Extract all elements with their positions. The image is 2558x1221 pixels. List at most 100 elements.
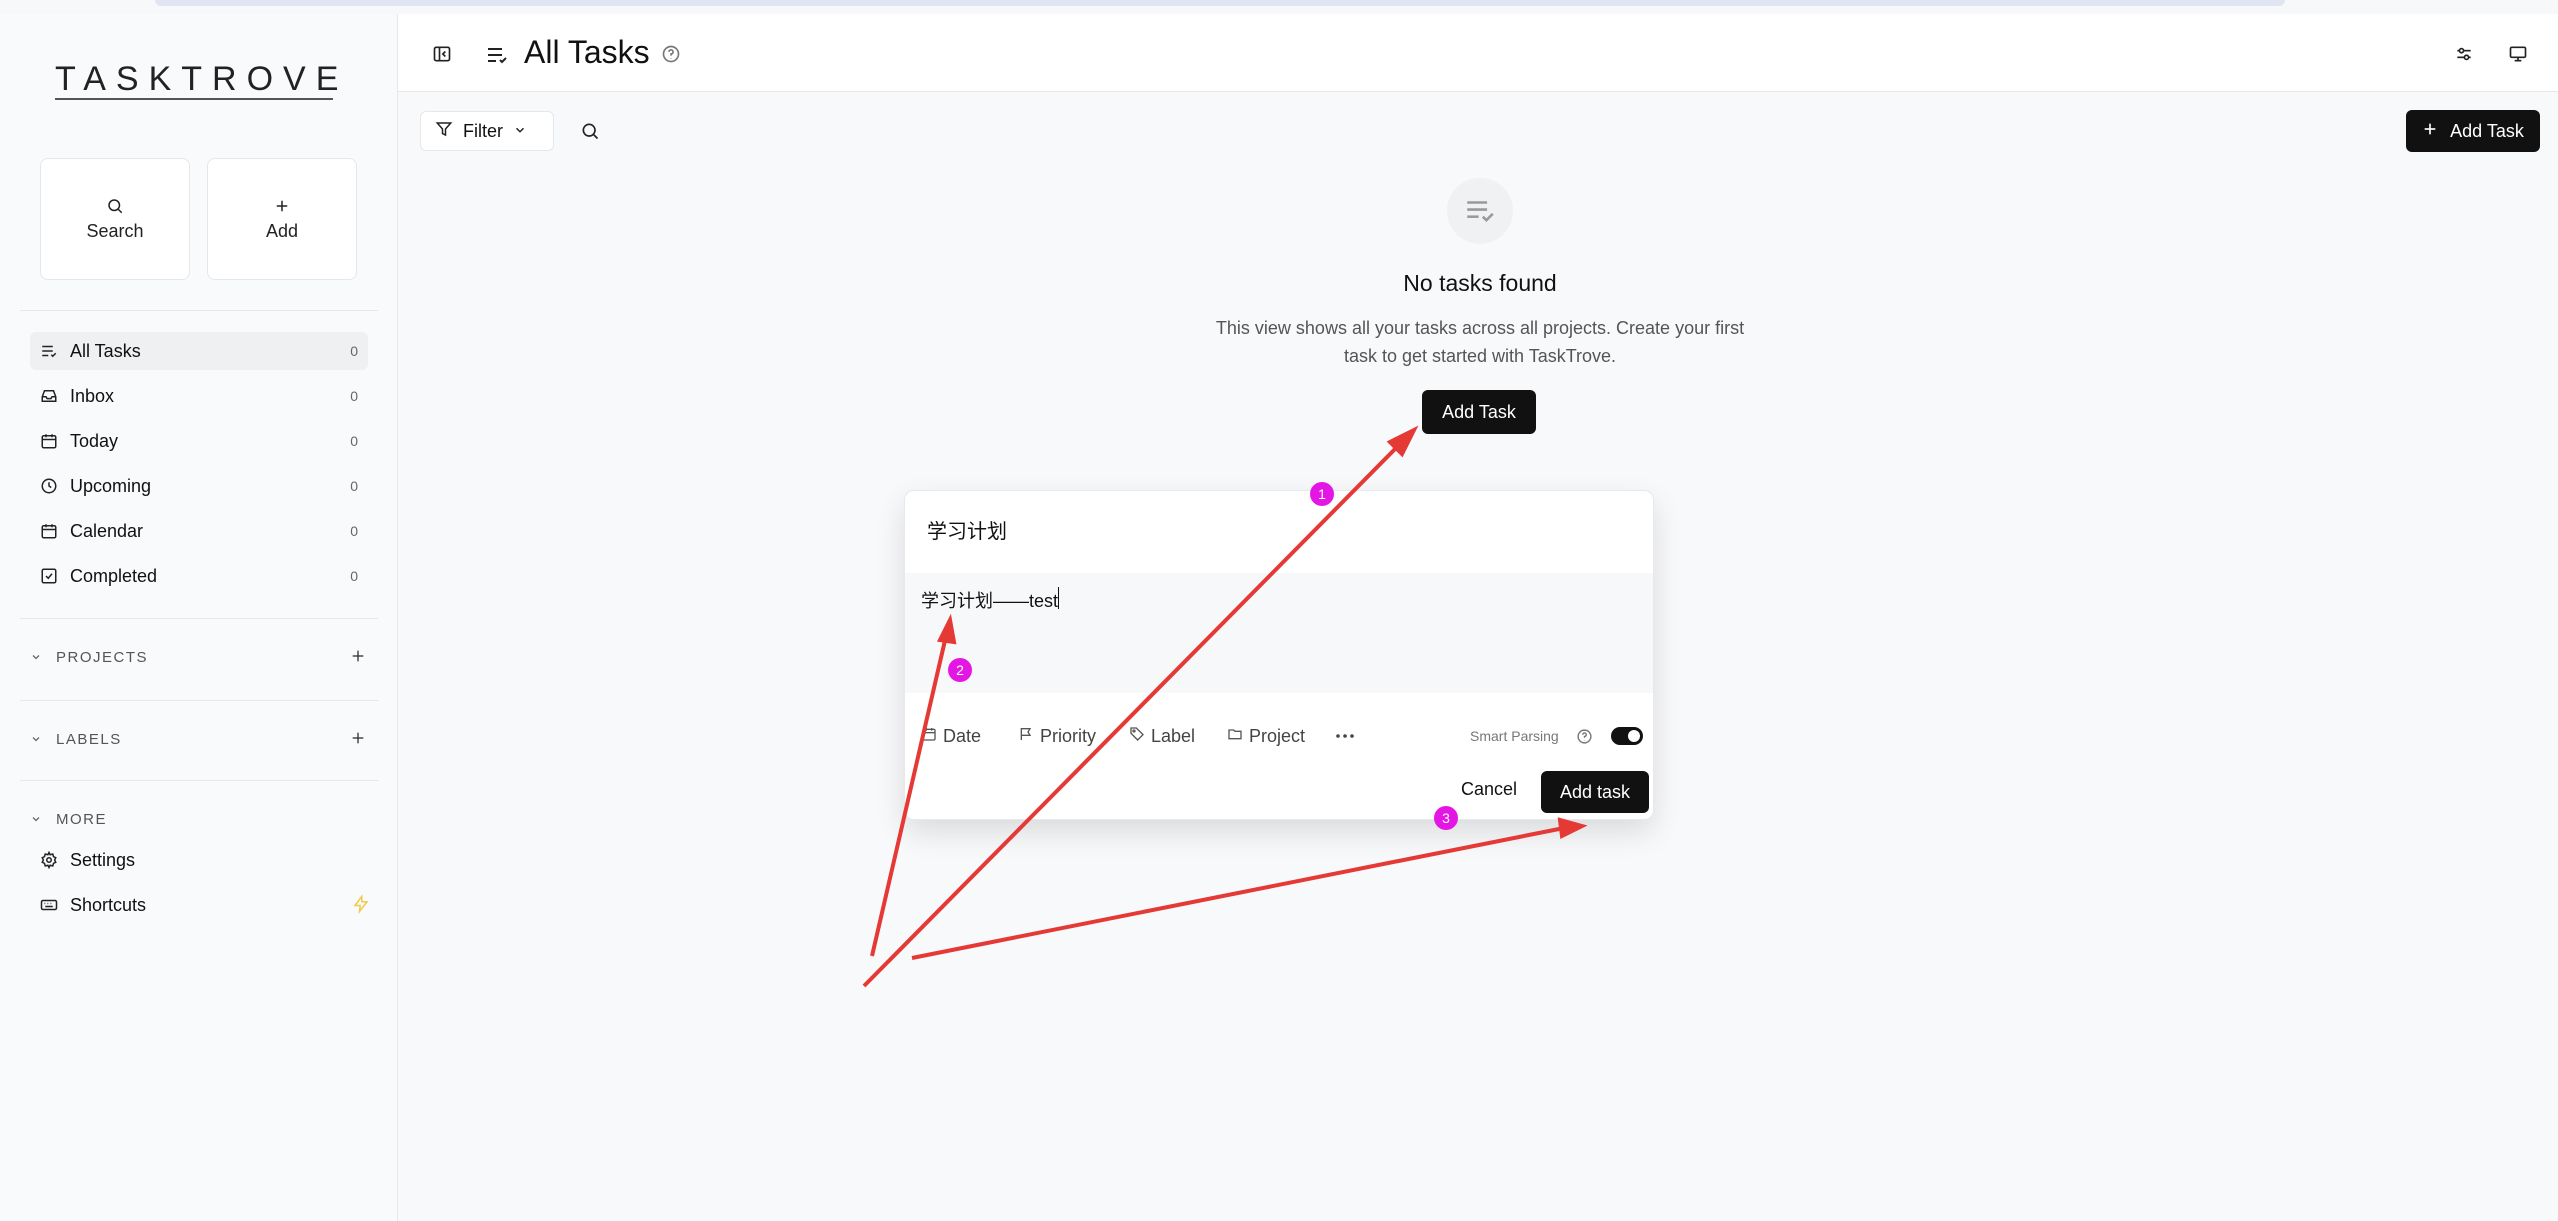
projects-section-header[interactable]: PROJECTS: [30, 642, 368, 672]
sidebar-toggle-icon[interactable]: [430, 42, 454, 66]
sidebar-item-label: Inbox: [70, 385, 115, 406]
task-count: 0: [350, 568, 358, 584]
keyboard-icon: [40, 895, 60, 915]
plus-icon: [2422, 121, 2438, 142]
search-card-label: Search: [86, 220, 144, 241]
option-label: Label: [1151, 725, 1196, 746]
calendar-icon: [40, 521, 60, 541]
sidebar-item-label: All Tasks: [70, 340, 141, 361]
section-label: MORE: [56, 810, 107, 828]
sidebar-item-calendar[interactable]: Calendar 0: [30, 512, 368, 550]
submit-add-task-button[interactable]: Add task: [1541, 771, 1649, 813]
search-card-button[interactable]: Search: [40, 158, 190, 280]
option-label: Project: [1249, 725, 1306, 746]
add-project-icon[interactable]: [350, 644, 366, 670]
task-description-input[interactable]: 学习计划——test: [921, 587, 1058, 613]
add-task-button[interactable]: Add Task: [2406, 110, 2540, 152]
label-option[interactable]: Label: [1129, 721, 1195, 751]
tag-icon: [1129, 726, 1145, 747]
labels-section-header[interactable]: LABELS: [30, 724, 368, 754]
list-icon: [40, 341, 60, 361]
sidebar-item-label: Shortcuts: [70, 894, 147, 915]
sidebar-item-label: Completed: [70, 565, 158, 586]
sidebar-item-label: Calendar: [70, 520, 144, 541]
arrow-3-head: [1557, 817, 1588, 840]
sidebar-item-all-tasks[interactable]: All Tasks 0: [30, 332, 368, 370]
app-logo: TASKTROVE: [55, 60, 349, 98]
page-title: All Tasks: [524, 34, 650, 70]
sidebar-item-settings[interactable]: Settings: [30, 841, 368, 879]
task-count: 0: [350, 478, 358, 494]
list-icon: [484, 42, 510, 68]
help-icon[interactable]: [1575, 727, 1593, 745]
arrow-1-head: [1386, 425, 1419, 458]
text-caret: [1058, 587, 1059, 609]
inbox-icon: [40, 386, 60, 406]
empty-list-icon: [1447, 178, 1513, 244]
empty-state-description: This view shows all your tasks across al…: [1200, 314, 1760, 370]
task-count: 0: [350, 433, 358, 449]
quick-add-dialog: 学习计划 学习计划——test Date Priority Label Proj…: [904, 490, 1654, 820]
sidebar-item-label: Settings: [70, 849, 136, 870]
check-square-icon: [40, 566, 60, 586]
sidebar-item-label: Today: [70, 430, 119, 451]
option-label: Date: [943, 725, 982, 746]
flag-icon: [1018, 726, 1034, 747]
browser-address-area: [155, 0, 2285, 6]
project-option[interactable]: Project: [1227, 721, 1305, 751]
gear-icon: [40, 850, 60, 870]
sidebar-item-inbox[interactable]: Inbox 0: [30, 377, 368, 415]
sidebar-item-completed[interactable]: Completed 0: [30, 557, 368, 595]
filter-label: Filter: [463, 120, 503, 141]
arrow-3: [911, 826, 1565, 960]
task-count: 0: [350, 388, 358, 404]
task-title-input[interactable]: 学习计划: [927, 515, 1007, 544]
search-icon: [106, 197, 124, 215]
add-card-label: Add: [265, 220, 299, 241]
sidebar-divider: [20, 780, 378, 781]
toggle-knob: [1628, 730, 1640, 742]
logo-underline: [55, 98, 333, 100]
empty-add-task-button[interactable]: Add Task: [1422, 390, 1536, 434]
cancel-button[interactable]: Cancel: [1441, 769, 1537, 809]
annotation-badge: 1: [1310, 482, 1334, 506]
help-icon[interactable]: [660, 43, 682, 65]
sidebar-item-label: Upcoming: [70, 475, 152, 496]
page-header: [398, 14, 2558, 92]
folder-icon: [1227, 726, 1243, 747]
chevron-down-icon: [513, 121, 527, 142]
task-count: 0: [350, 523, 358, 539]
sidebar-divider: [20, 700, 378, 701]
add-card-button[interactable]: Add: [207, 158, 357, 280]
priority-option[interactable]: Priority: [1018, 721, 1096, 751]
add-task-label: Add Task: [2450, 120, 2524, 141]
clock-icon: [40, 476, 60, 496]
empty-desc-line: task to get started with TaskTrove.: [1343, 346, 1617, 366]
filter-button[interactable]: Filter: [420, 111, 554, 151]
date-option[interactable]: Date: [921, 721, 981, 751]
monitor-icon[interactable]: [2506, 42, 2530, 66]
sidebar-item-today[interactable]: Today 0: [30, 422, 368, 460]
empty-desc-line: This view shows all your tasks across al…: [1215, 318, 1745, 338]
sidebar-item-upcoming[interactable]: Upcoming 0: [30, 467, 368, 505]
search-icon[interactable]: [578, 119, 602, 143]
plus-icon: [273, 197, 291, 215]
bolt-icon[interactable]: [352, 894, 370, 919]
task-count: 0: [350, 343, 358, 359]
smart-parsing-label: Smart Parsing: [1470, 728, 1559, 744]
sidebar-divider: [20, 618, 378, 619]
filter-icon: [435, 120, 453, 143]
more-section-header[interactable]: MORE: [30, 804, 368, 834]
smart-parsing-toggle[interactable]: [1611, 727, 1643, 745]
browser-top-strip: [0, 0, 2558, 14]
more-options-icon[interactable]: [1335, 721, 1355, 751]
chevron-down-icon: [30, 813, 46, 825]
section-label: PROJECTS: [56, 648, 149, 666]
calendar-icon: [40, 431, 60, 451]
view-options-icon[interactable]: [2452, 42, 2476, 66]
option-label: Priority: [1040, 725, 1097, 746]
sidebar-item-shortcuts[interactable]: Shortcuts: [30, 886, 368, 924]
empty-state-title: No tasks found: [1403, 270, 1557, 296]
add-label-icon[interactable]: [350, 726, 366, 752]
annotation-badge: 2: [948, 658, 972, 682]
